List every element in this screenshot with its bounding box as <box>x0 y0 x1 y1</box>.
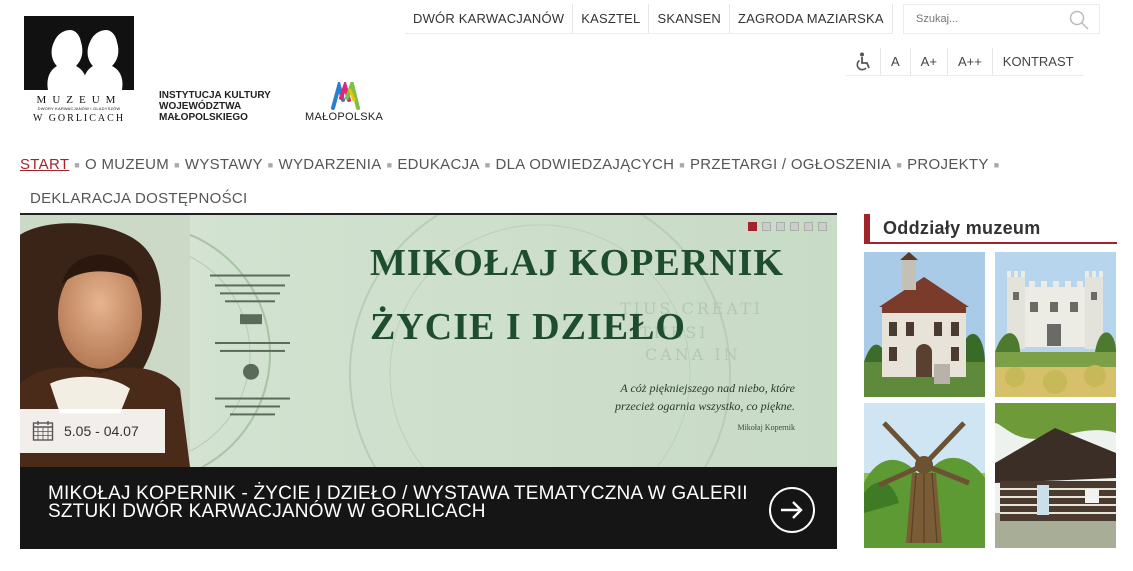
top-nav-dwor-karwacjanow[interactable]: DWÓR KARWACJANÓW <box>405 4 574 33</box>
slider-dot[interactable] <box>748 222 757 231</box>
slider-dot[interactable] <box>790 222 799 231</box>
malopolska-logo-icon[interactable] <box>330 82 362 110</box>
event-date: 5.05 - 04.07 <box>64 423 139 439</box>
main-nav-deklaracja-dostepnosci[interactable]: DEKLARACJA DOSTĘPNOŚCI <box>30 182 248 216</box>
nav-separator: ■ <box>74 160 81 171</box>
slider-pagination <box>748 222 827 231</box>
font-size-xlarge-button[interactable]: A++ <box>947 48 993 76</box>
search-box <box>903 4 1100 34</box>
arrow-right-icon <box>781 501 803 519</box>
top-nav-skansen[interactable]: SKANSEN <box>649 4 730 33</box>
main-nav-wydarzenia[interactable]: WYDARZENIA <box>279 148 382 182</box>
nav-separator: ■ <box>174 160 180 171</box>
main-nav-przetargi[interactable]: PRZETARGI / OGŁOSZENIA <box>690 148 891 182</box>
branch-thumb-manor[interactable] <box>864 252 985 397</box>
font-size-normal-button[interactable]: A <box>881 48 911 76</box>
top-nav-kasztel[interactable]: KASZTEL <box>573 4 650 33</box>
nav-separator: ■ <box>896 160 903 171</box>
nav-separator: ■ <box>679 160 685 171</box>
slide-quote-author: Mikołaj Kopernik <box>737 423 795 432</box>
institution-line-1: INSTYTUCJA KULTURY <box>159 90 271 101</box>
branches-heading: Oddziały muzeum <box>864 214 1117 244</box>
main-nav-o-muzeum[interactable]: O MUZEUM <box>85 148 169 182</box>
main-nav-projekty[interactable]: PROJEKTY <box>907 148 989 182</box>
top-nav-zagroda-maziarska[interactable]: ZAGRODA MAZIARSKA <box>730 4 893 33</box>
main-nav-wystawy[interactable]: WYSTAWY <box>185 148 263 182</box>
calendar-icon <box>32 421 54 441</box>
main-nav: START ■ O MUZEUM ■ WYSTAWY ■ WYDARZENIA ■ EDUKAC… <box>20 148 1040 216</box>
slider-dot[interactable] <box>762 222 771 231</box>
institution-line-3: MAŁOPOLSKIEGO <box>159 112 248 123</box>
branch-thumb-castle[interactable] <box>995 252 1116 397</box>
slide-quote: A cóż piękniejszego nad niebo, które prz… <box>615 381 795 413</box>
featured-slider[interactable]: TIUS CREATI THESI CANA IN MIKOŁAJ KOPERN… <box>20 213 837 549</box>
branch-top-nav: DWÓR KARWACJANÓW KASZTEL SKANSEN ZAGRODA… <box>405 4 893 34</box>
nav-separator: ■ <box>993 160 1000 171</box>
accessibility-bar: A A+ A++ KONTRAST <box>846 48 1084 76</box>
logo-subtitle: DWORY KARWACJANÓW I GLADYSZÓW <box>37 106 121 111</box>
branches-heading-text: Oddziały muzeum <box>883 217 1041 238</box>
institution-line-2: WOJEWÓDZTWA <box>159 101 242 112</box>
accessibility-button[interactable] <box>846 48 881 76</box>
font-size-large-button[interactable]: A+ <box>910 48 948 76</box>
logo-title: MUZEUM <box>36 94 122 106</box>
main-nav-start[interactable]: START <box>20 148 69 182</box>
slider-dot[interactable] <box>818 222 827 231</box>
logo-location: W GORLICACH <box>32 113 126 124</box>
search-icon[interactable] <box>1069 10 1089 30</box>
contrast-button[interactable]: KONTRAST <box>992 48 1084 76</box>
slider-dot[interactable] <box>776 222 785 231</box>
search-input[interactable] <box>916 6 1066 32</box>
branch-thumb-windmill[interactable] <box>864 403 985 548</box>
slide-caption[interactable]: MIKOŁAJ KOPERNIK - ŻYCIE I DZIEŁO / WYST… <box>20 467 837 549</box>
main-nav-edukacja[interactable]: EDUKACJA <box>397 148 479 182</box>
slider-dot[interactable] <box>804 222 813 231</box>
museum-logo[interactable] <box>24 16 134 128</box>
slide-next-arrow-button[interactable] <box>769 487 815 533</box>
malopolska-label: MAŁOPOLSKA <box>305 111 384 123</box>
slide-title-line-2: ŻYCIE I DZIEŁO <box>370 306 686 348</box>
slide-caption-text[interactable]: MIKOŁAJ KOPERNIK - ŻYCIE I DZIEŁO / WYST… <box>48 484 768 521</box>
nav-separator: ■ <box>267 160 274 171</box>
branch-thumb-cottage[interactable] <box>995 403 1116 548</box>
nav-separator: ■ <box>484 160 491 171</box>
institution-text: INSTYTUCJA KULTURY WOJEWÓDZTWA MAŁOPOLSK… <box>159 90 271 123</box>
event-date-badge: 5.05 - 04.07 <box>20 409 165 453</box>
nav-separator: ■ <box>386 160 393 171</box>
slide-title-line-1: MIKOŁAJ KOPERNIK <box>370 242 784 284</box>
main-nav-dla-odwiedzajacych[interactable]: DLA ODWIEDZAJĄCYCH <box>495 148 674 182</box>
wheelchair-icon <box>856 52 870 70</box>
